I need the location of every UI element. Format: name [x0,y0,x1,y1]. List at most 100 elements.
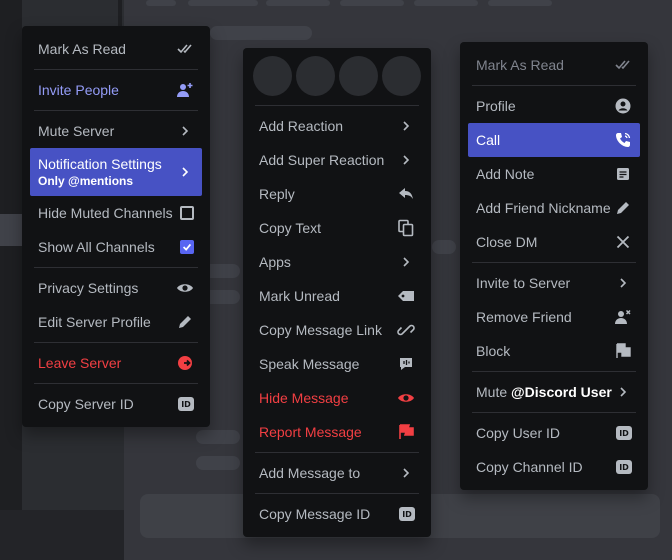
unchecked-checkbox[interactable] [180,206,194,220]
placeholder-line [414,0,478,6]
quick-reaction-button[interactable] [253,56,292,96]
checked-checkbox[interactable] [180,240,194,254]
menu-item-invite-people[interactable]: Invite People [30,73,202,107]
menu-item-mute-server[interactable]: Mute Server [30,114,202,148]
placeholder-line [432,240,456,254]
eye-icon [397,389,415,407]
speak-icon [397,355,415,373]
phone-icon [614,131,632,149]
menu-item-label: Apps [259,254,291,270]
menu-item-label: Block [476,343,511,359]
menu-item-edit-server-profile[interactable]: Edit Server Profile [30,305,202,339]
menu-item-label: Mark As Read [38,41,126,57]
menu-item-copy-message-link[interactable]: Copy Message Link [251,313,423,347]
menu-item-copy-message-id[interactable]: Copy Message ID ID [251,497,423,531]
mute-label-username: @Discord User [511,384,612,400]
menu-item-label: Invite to Server [476,275,571,291]
menu-item-reply[interactable]: Reply [251,177,423,211]
menu-item-call[interactable]: Call [468,123,640,157]
menu-item-remove-friend[interactable]: Remove Friend [468,300,640,334]
menu-item-label: Mark Unread [259,288,340,304]
menu-item-copy-user-id[interactable]: Copy User ID ID [468,416,640,450]
menu-item-label: Profile [476,98,516,114]
divider [34,383,198,384]
menu-item-mute-user[interactable]: Mute @Discord User [468,375,640,409]
menu-item-hide-message[interactable]: Hide Message [251,381,423,415]
user-panel [0,510,124,560]
menu-item-label: Copy Message Link [259,322,382,338]
menu-item-label: Copy Message ID [259,506,371,522]
menu-item-show-all-channels[interactable]: Show All Channels [30,230,202,264]
menu-item-apps[interactable]: Apps [251,245,423,279]
menu-item-mark-as-read[interactable]: Mark As Read [30,32,202,66]
menu-item-report-message[interactable]: Report Message [251,415,423,449]
menu-item-add-super-reaction[interactable]: Add Super Reaction [251,143,423,177]
menu-item-label: Call [476,132,501,148]
quick-reaction-button[interactable] [382,56,421,96]
menu-item-hide-muted-channels[interactable]: Hide Muted Channels [30,196,202,230]
menu-item-label: Notification Settings [38,156,162,172]
menu-item-label: Copy Server ID [38,396,134,412]
close-icon [614,233,632,251]
menu-item-label: Hide Message [259,390,349,406]
note-icon [614,165,632,183]
server-rail [0,0,22,560]
menu-item-profile[interactable]: Profile [468,89,640,123]
divider [34,110,198,111]
menu-item-notification-settings[interactable]: Notification Settings Only @mentions [30,148,202,196]
leave-icon [176,354,194,372]
menu-item-add-message-to[interactable]: Add Message to [251,456,423,490]
menu-item-label: Mark As Read [476,57,564,73]
id-icon: ID [616,426,632,440]
menu-item-close-dm[interactable]: Close DM [468,225,640,259]
chevron-right-icon [176,163,194,181]
chevron-right-icon [614,383,632,401]
menu-item-label: Add Super Reaction [259,152,385,168]
id-icon: ID [399,507,415,521]
divider [118,0,122,26]
menu-item-label: Add Friend Nickname [476,200,611,216]
quick-reaction-button[interactable] [296,56,335,96]
placeholder-line [340,0,404,6]
menu-item-label: Remove Friend [476,309,572,325]
server-context-menu: Mark As Read Invite People Mute Server N… [22,26,210,427]
menu-item-label: Mute @Discord User [476,384,612,400]
user-context-menu: Mark As Read Profile Call Add Note Add F… [460,42,648,490]
block-icon [614,342,632,360]
menu-item-block[interactable]: Block [468,334,640,368]
chevron-right-icon [614,274,632,292]
menu-item-add-reaction[interactable]: Add Reaction [251,109,423,143]
menu-item-label: Reply [259,186,295,202]
message-context-menu: Add Reaction Add Super Reaction Reply Co… [243,48,431,537]
menu-item-text: Notification Settings Only @mentions [38,156,162,188]
menu-item-add-note[interactable]: Add Note [468,157,640,191]
placeholder-line [188,0,258,6]
menu-item-label: Add Message to [259,465,361,481]
menu-item-copy-server-id[interactable]: Copy Server ID ID [30,387,202,421]
menu-item-label: Edit Server Profile [38,314,151,330]
menu-item-invite-to-server[interactable]: Invite to Server [468,266,640,300]
menu-item-mark-unread[interactable]: Mark Unread [251,279,423,313]
menu-item-label: Invite People [38,82,119,98]
chevron-right-icon [397,253,415,271]
quick-reaction-button[interactable] [339,56,378,96]
menu-item-label: Leave Server [38,355,122,371]
menu-item-privacy-settings[interactable]: Privacy Settings [30,271,202,305]
menu-item-speak-message[interactable]: Speak Message [251,347,423,381]
divider [472,371,636,372]
divider [472,262,636,263]
chevron-right-icon [397,151,415,169]
menu-item-copy-channel-id[interactable]: Copy Channel ID ID [468,450,640,484]
divider [34,69,198,70]
divider [472,85,636,86]
menu-item-add-friend-nickname[interactable]: Add Friend Nickname [468,191,640,225]
divider [34,342,198,343]
copy-icon [397,219,415,237]
id-icon: ID [178,397,194,411]
menu-item-copy-text[interactable]: Copy Text [251,211,423,245]
divider [472,412,636,413]
menu-item-leave-server[interactable]: Leave Server [30,346,202,380]
menu-item-mark-as-read[interactable]: Mark As Read [468,48,640,82]
menu-item-label: Add Reaction [259,118,344,134]
placeholder-line [266,0,330,6]
